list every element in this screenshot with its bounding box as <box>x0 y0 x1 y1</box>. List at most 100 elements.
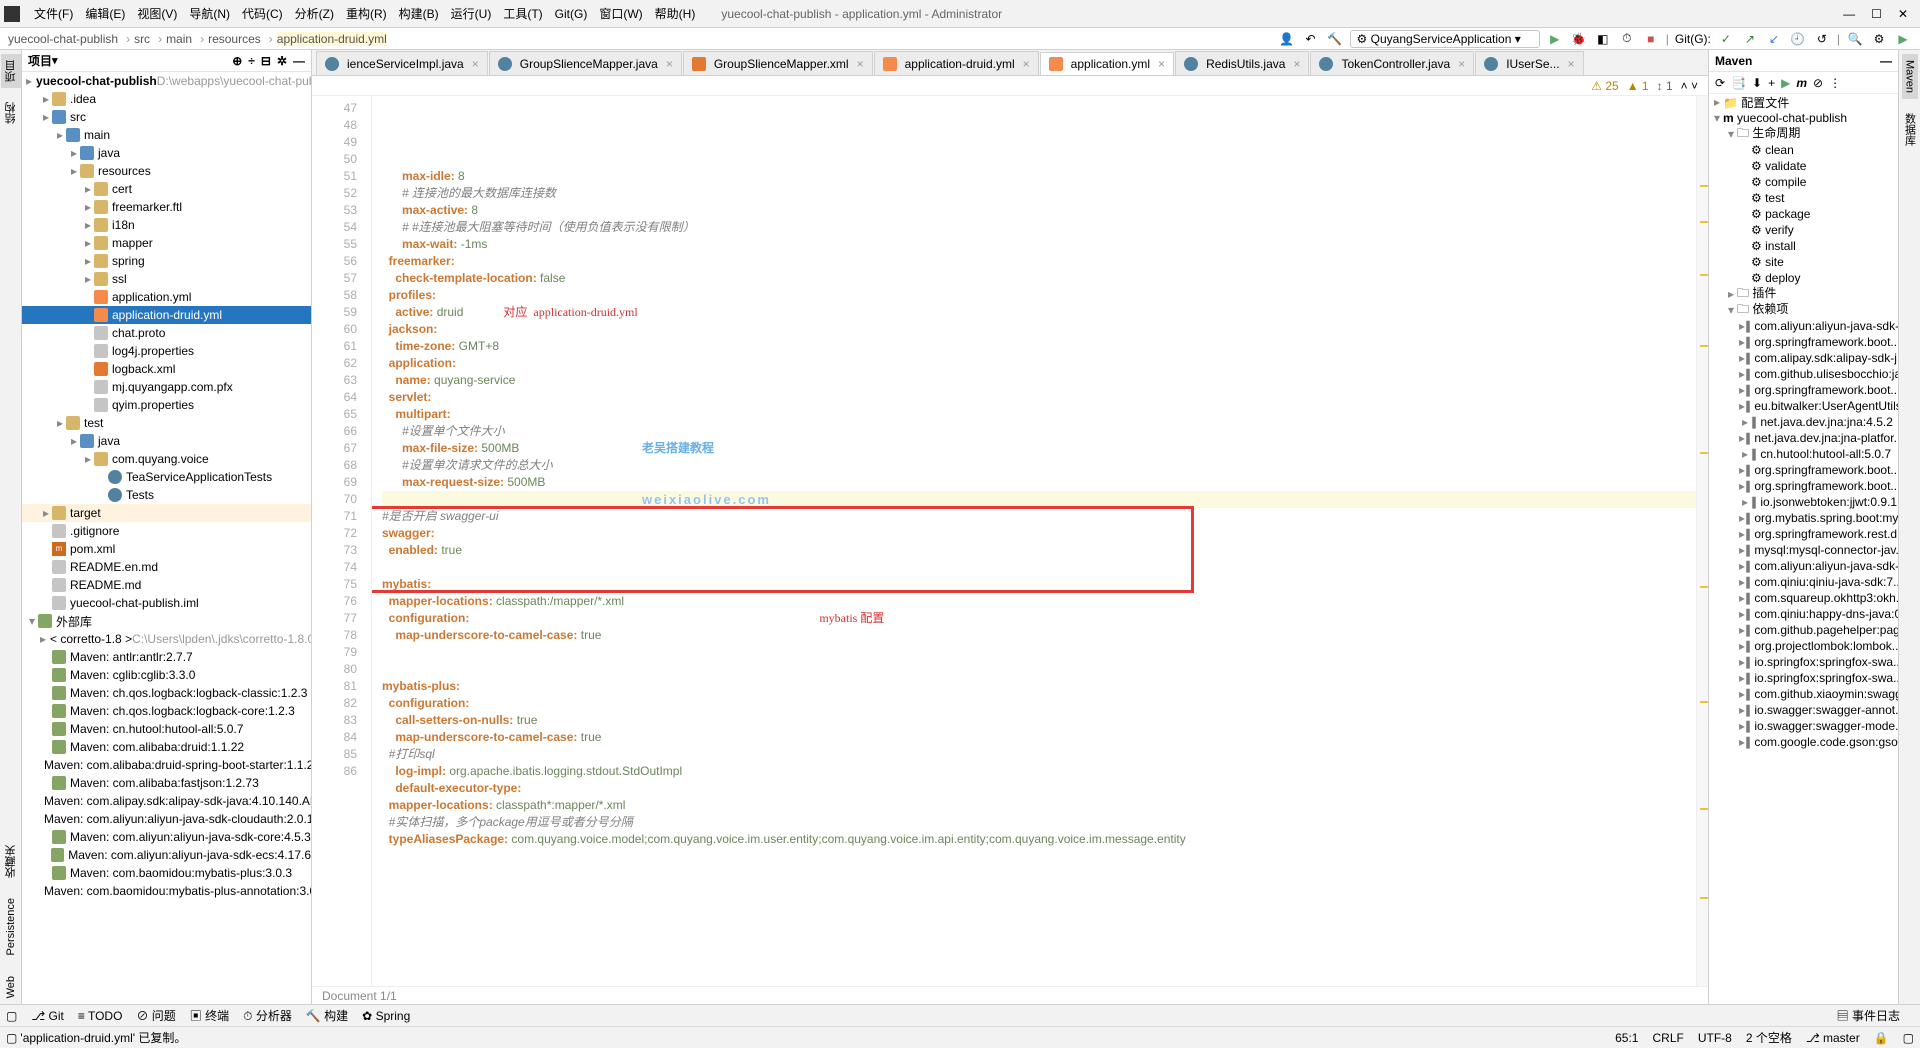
code-line[interactable]: name: quyang-service <box>382 372 1696 389</box>
menu-tools[interactable]: 工具(T) <box>497 5 548 22</box>
code-line[interactable]: max-wait: -1ms <box>382 236 1696 253</box>
hide-icon[interactable]: — <box>293 54 305 68</box>
maven-node[interactable]: ▸∥ com.qiniu:qiniu-java-sdk:7.... <box>1709 574 1898 590</box>
maven-node[interactable]: ▸∥ org.springframework.boot... <box>1709 334 1898 350</box>
tool-problems[interactable]: ⊘ 问题 <box>136 1007 175 1024</box>
profile-button[interactable]: ⏱ <box>1618 30 1636 48</box>
tree-node[interactable]: ▸main <box>22 126 311 144</box>
maven-node[interactable]: ▸∥ io.springfox:springfox-swa... <box>1709 670 1898 686</box>
search-everywhere-icon[interactable]: 🔍 <box>1846 30 1864 48</box>
maven-node[interactable]: ▸∥ org.springframework.boot... <box>1709 382 1898 398</box>
maven-node[interactable]: ⚙ compile <box>1709 174 1898 190</box>
expand-all-icon[interactable]: ÷ <box>248 54 255 68</box>
maven-node[interactable]: ▸∥ com.alipay.sdk:alipay-sdk-j... <box>1709 350 1898 366</box>
close-tab-icon[interactable]: × <box>1293 57 1300 71</box>
maven-node[interactable]: ▸∥ com.github.xiaoymin:swagg... <box>1709 686 1898 702</box>
code-line[interactable]: #实体扫描，多个package用逗号或者分号分隔 <box>382 814 1696 831</box>
code-line[interactable]: max-idle: 8 <box>382 168 1696 185</box>
tree-jdk[interactable]: ▸< corretto-1.8 > C:\Users\lpden\.jdks\c… <box>22 630 311 648</box>
code-line[interactable]: # #连接池最大阻塞等待时间（使用负值表示没有限制） <box>382 219 1696 236</box>
code-line[interactable] <box>382 644 1696 661</box>
coverage-button[interactable]: ◧ <box>1594 30 1612 48</box>
tree-node[interactable]: ▸java <box>22 144 311 162</box>
code-editor[interactable]: 4748495051525354555657585960616263646566… <box>312 96 1708 986</box>
menu-run[interactable]: 运行(U) <box>445 5 498 22</box>
maven-tree[interactable]: ▸📁 配置文件▾m yuecool-chat-publish▾🗀 生命周期⚙ c… <box>1709 94 1898 1004</box>
reimport-icon[interactable]: ⟳ <box>1715 76 1725 90</box>
weak-warnings-badge[interactable]: ▲ 1 <box>1627 79 1649 93</box>
run-button[interactable]: ▶ <box>1546 30 1564 48</box>
code-line[interactable]: configuration: <box>382 695 1696 712</box>
code-line[interactable]: typeAliasesPackage: com.quyang.voice.mod… <box>382 831 1696 848</box>
tree-node[interactable]: ▸com.quyang.voice <box>22 450 311 468</box>
typos-badge[interactable]: ↕ 1 <box>1657 79 1673 93</box>
code-line[interactable]: jackson: <box>382 321 1696 338</box>
project-tree[interactable]: ▸yuecool-chat-publish D:\webapps\yuecool… <box>22 72 311 1004</box>
inspection-chevron-icon[interactable]: ˄ ˅ <box>1681 79 1698 93</box>
code-line[interactable]: max-request-size: 500MB <box>382 474 1696 491</box>
crumb-file[interactable]: application-druid.yml <box>277 32 387 46</box>
crumb-main[interactable]: main <box>166 32 192 46</box>
debug-button[interactable]: 🐞 <box>1570 30 1588 48</box>
git-rollback-icon[interactable]: ↺ <box>1813 30 1831 48</box>
tree-node[interactable]: logback.xml <box>22 360 311 378</box>
tree-node[interactable]: ▸target <box>22 504 311 522</box>
tree-node[interactable]: application.yml <box>22 288 311 306</box>
maven-node[interactable]: ▾🗀 依赖项 <box>1709 302 1898 318</box>
tree-node[interactable]: yuecool-chat-publish.iml <box>22 594 311 612</box>
file-encoding[interactable]: UTF-8 <box>1698 1031 1732 1045</box>
maven-node[interactable]: ⚙ verify <box>1709 222 1898 238</box>
code-line[interactable]: multipart: <box>382 406 1696 423</box>
tree-node[interactable]: Maven: ch.qos.logback:logback-classic:1.… <box>22 684 311 702</box>
tree-node[interactable]: Maven: com.alibaba:druid:1.1.22 <box>22 738 311 756</box>
close-button[interactable]: ✕ <box>1898 7 1908 21</box>
tree-node[interactable]: Tests <box>22 486 311 504</box>
code-line[interactable] <box>382 661 1696 678</box>
editor-tab[interactable]: GroupSlienceMapper.xml× <box>683 51 873 75</box>
tool-git[interactable]: ⎇ Git <box>31 1009 64 1023</box>
maven-node[interactable]: ▸∥ net.java.dev.jna:jna-platfor... <box>1709 430 1898 446</box>
tree-node[interactable]: README.en.md <box>22 558 311 576</box>
git-pull-icon[interactable]: ↙ <box>1765 30 1783 48</box>
tree-node[interactable]: ▸test <box>22 414 311 432</box>
crumb-project[interactable]: yuecool-chat-publish <box>8 32 118 46</box>
tool-profiler[interactable]: ⏱ 分析器 <box>243 1007 292 1024</box>
tool-project[interactable]: 项目 <box>1 54 21 88</box>
maven-node[interactable]: ▸∥ io.jsonwebtoken:jjwt:0.9.1 <box>1709 494 1898 510</box>
maven-node[interactable]: ▸∥ cn.hutool:hutool-all:5.0.7 <box>1709 446 1898 462</box>
tree-node[interactable]: ▸resources <box>22 162 311 180</box>
close-tab-icon[interactable]: × <box>666 57 673 71</box>
code-line[interactable]: servlet: <box>382 389 1696 406</box>
code-text[interactable]: 老吴搭建教程 weixiaolive.com max-idle: 8 # 连接池… <box>372 96 1696 986</box>
back-icon[interactable]: ↶ <box>1302 30 1320 48</box>
maven-node[interactable]: ▸∥ org.springframework.rest.d... <box>1709 526 1898 542</box>
code-line[interactable]: mybatis-plus: <box>382 678 1696 695</box>
tree-node[interactable]: ▸mapper <box>22 234 311 252</box>
maven-node[interactable]: ▸∥ org.springframework.boot... <box>1709 462 1898 478</box>
tree-node[interactable]: application-druid.yml <box>22 306 311 324</box>
minimize-button[interactable]: — <box>1843 7 1855 21</box>
menu-git[interactable]: Git(G) <box>549 7 594 21</box>
tree-node[interactable]: Maven: com.baomidou:mybatis-plus-annotat… <box>22 882 311 900</box>
maven-node[interactable]: ▸∥ io.swagger:swagger-mode... <box>1709 718 1898 734</box>
maven-node[interactable]: ▸∥ io.swagger:swagger-annot... <box>1709 702 1898 718</box>
run-icon[interactable]: ▶ <box>1781 76 1790 90</box>
user-icon[interactable]: 👤 <box>1278 30 1296 48</box>
maximize-button[interactable]: ☐ <box>1871 7 1882 21</box>
menu-code[interactable]: 代码(C) <box>236 5 289 22</box>
tree-node[interactable]: Maven: antlr:antlr:2.7.7 <box>22 648 311 666</box>
crumb-src[interactable]: src <box>134 32 150 46</box>
hide-icon[interactable]: — <box>1880 54 1892 68</box>
tree-node[interactable]: Maven: com.alibaba:druid-spring-boot-sta… <box>22 756 311 774</box>
code-line[interactable]: call-setters-on-nulls: true <box>382 712 1696 729</box>
run-config-selector[interactable]: ⚙ QuyangServiceApplication ▾ <box>1350 30 1540 48</box>
tree-node[interactable]: ▸yuecool-chat-publish D:\webapps\yuecool… <box>22 72 311 90</box>
tree-node[interactable]: ▸i18n <box>22 216 311 234</box>
tree-node[interactable]: ▸java <box>22 432 311 450</box>
menu-navigate[interactable]: 导航(N) <box>183 5 236 22</box>
menu-edit[interactable]: 编辑(E) <box>79 5 131 22</box>
editor-tab[interactable]: IUserSe...× <box>1475 51 1583 75</box>
settings-icon[interactable]: ✲ <box>277 54 287 68</box>
git-push-icon[interactable]: ↗ <box>1741 30 1759 48</box>
tool-spring[interactable]: ✿ Spring <box>362 1009 410 1023</box>
